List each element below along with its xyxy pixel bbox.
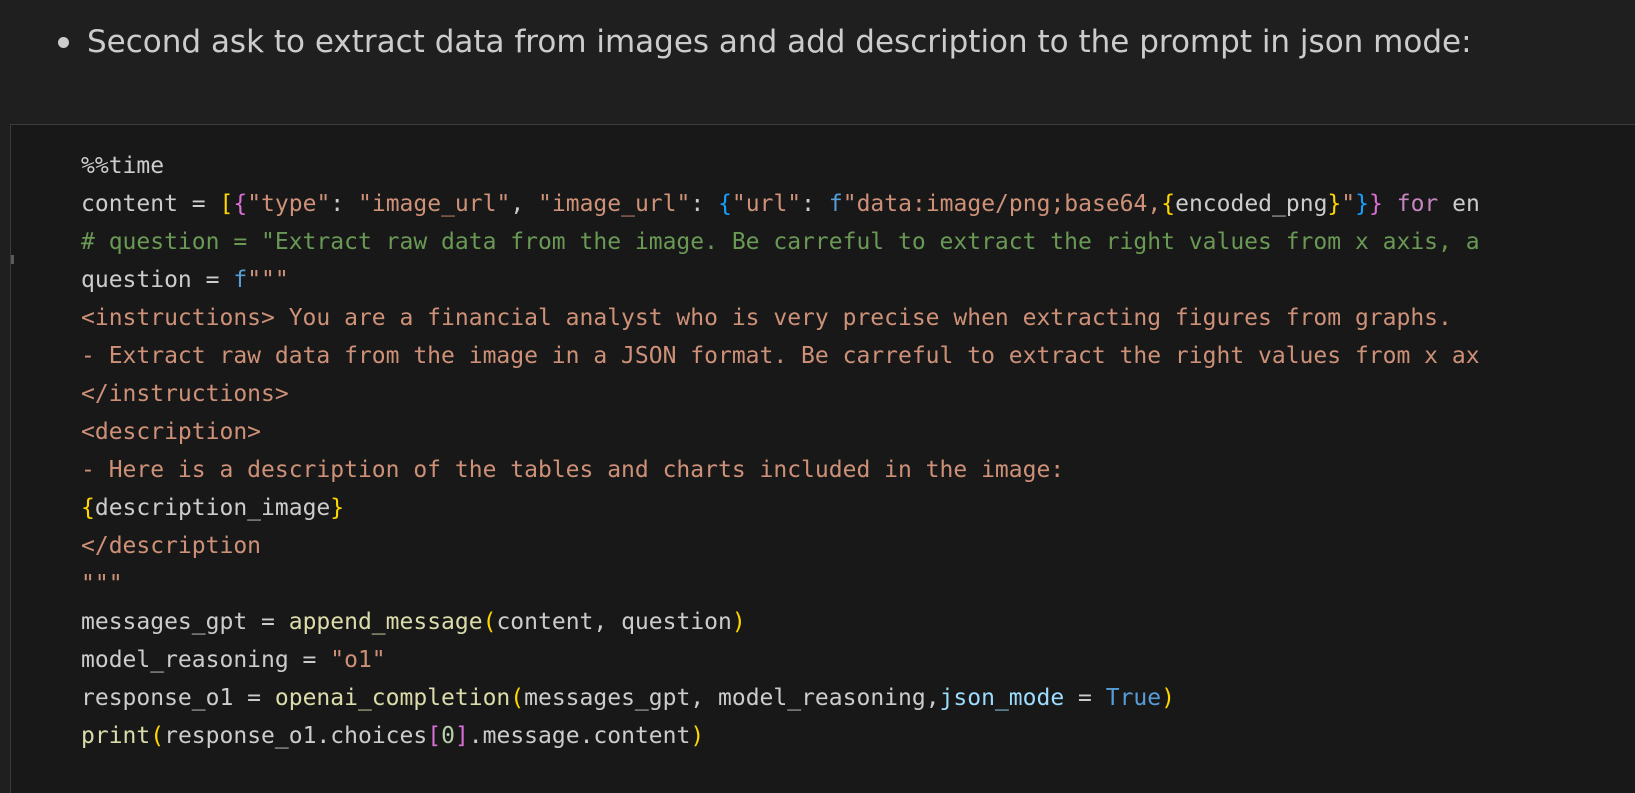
- code-line-14: model_reasoning = "o1": [81, 647, 386, 673]
- code-line-9: - Here is a description of the tables an…: [81, 457, 1065, 483]
- code-cell[interactable]: %%time content = [{"type": "image_url", "…: [10, 124, 1635, 793]
- code-line-10: {description_image}: [81, 495, 345, 521]
- code-line-1: %%time: [81, 153, 165, 179]
- code-line-12: """: [81, 571, 123, 597]
- code-line-16: print(response_o1.choices[0].message.con…: [81, 723, 705, 749]
- code-line-3: # question = "Extract raw data from the …: [81, 229, 1480, 255]
- code-line-15: response_o1 = openai_completion(messages…: [81, 685, 1175, 711]
- code-line-6: - Extract raw data from the image in a J…: [81, 343, 1480, 369]
- code-line-4: question = f""": [81, 267, 289, 293]
- cell-collapse-handle[interactable]: [11, 255, 14, 264]
- bullet-dot-icon: [58, 36, 69, 48]
- code-editor[interactable]: %%time content = [{"type": "image_url", "…: [81, 147, 1480, 755]
- code-line-13: messages_gpt = append_message(content, q…: [81, 609, 746, 635]
- code-line-5: <instructions> You are a financial analy…: [81, 305, 1452, 331]
- bullet-item: Second ask to extract data from images a…: [58, 18, 1472, 66]
- code-line-7: </instructions>: [81, 381, 289, 407]
- code-line-8: <description>: [81, 419, 262, 445]
- code-line-2: content = [{"type": "image_url", "image_…: [81, 191, 1480, 217]
- notebook-page: Second ask to extract data from images a…: [0, 0, 1635, 793]
- bullet-text: Second ask to extract data from images a…: [87, 24, 1472, 60]
- code-line-11: </description: [81, 533, 262, 559]
